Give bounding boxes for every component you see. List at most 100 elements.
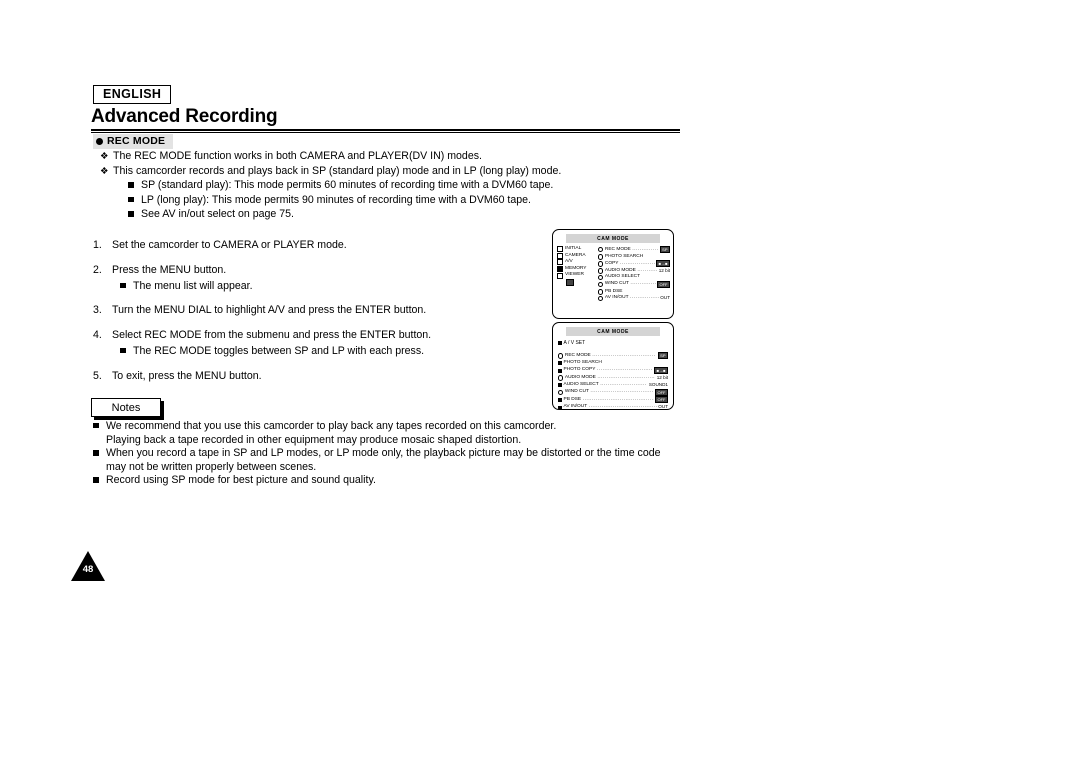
lcd-menu-label: AV IN/OUT (604, 295, 629, 301)
lcd2-menu: REC MODE ·······························… (558, 352, 668, 410)
lcd-menu-row[interactable]: AUDIO MODE ·····························… (558, 375, 668, 382)
note-text: We recommend that you use this camcorder… (106, 420, 557, 432)
lcd-menu-label: AUDIO SELECT (563, 381, 599, 387)
lcd-menu-value: OFF (655, 396, 668, 404)
lcd1-left-menu: INITIAL CAMERA A/V MEMORY VIEWER (557, 246, 597, 290)
notes-tab: Notes (91, 398, 161, 417)
step-body: Turn the MENU DIAL to highlight A/V and … (112, 304, 543, 318)
menu-box-icon (557, 246, 563, 253)
lcd-value-chip: ■→■ (656, 260, 670, 268)
lcd-menu-value: ■→■ (654, 366, 668, 375)
lcd-menu-row[interactable]: WIND CUT ·······························… (558, 388, 668, 397)
step-text: Select REC MODE from the submenu and pre… (112, 329, 432, 342)
lcd-category-label: VIEWER (565, 272, 584, 278)
step-sub-item: The REC MODE toggles between SP and LP w… (120, 345, 543, 359)
lcd1-title: CAM MODE (566, 234, 660, 243)
lcd-menu-label: PHOTO SEARCH (563, 359, 602, 365)
step-text: Turn the MENU DIAL to highlight A/V and … (112, 304, 427, 317)
lcd-value-chip: SP (659, 246, 670, 253)
step-body: Set the camcorder to CAMERA or PLAYER mo… (112, 239, 543, 253)
step-sub-text: The REC MODE toggles between SP and LP w… (133, 344, 425, 357)
lcd-menu-value: 12 bit (658, 267, 670, 273)
list-item: SP (standard play): This mode permits 60… (128, 179, 570, 193)
menu-square-icon (558, 383, 562, 388)
lcd-menu-value: OUT (658, 404, 668, 410)
lcd-menu-row[interactable]: REC MODE ·······························… (598, 246, 670, 254)
lcd-category-row[interactable]: INITIAL (557, 246, 597, 253)
list-item-text: This camcorder records and plays back in… (113, 164, 562, 177)
menu-box-icon (557, 272, 563, 279)
step-item: 1. Set the camcorder to CAMERA or PLAYER … (93, 239, 543, 253)
square-bullet-icon (120, 345, 133, 359)
lcd-category-label: A/V (565, 259, 573, 265)
step-text: Press the MENU button. (112, 263, 227, 276)
diamond-bullet-icon: ❖ (100, 165, 109, 177)
step-number: 1. (93, 239, 102, 251)
lcd-category-row[interactable]: VIEWER (557, 272, 597, 279)
note-text: Record using SP mode for best picture an… (106, 474, 376, 487)
note-continuation-text: Playing back a tape recorded in other eq… (106, 433, 522, 446)
lcd-menu-row[interactable]: AV IN/OUT ······························… (558, 404, 668, 410)
menu-dot-icon (598, 295, 604, 302)
notes-tab-label: Notes (111, 401, 141, 414)
list-item: ❖ This camcorder records and plays back i… (100, 165, 570, 179)
lcd-cursor-row (557, 278, 597, 290)
step-text: Set the camcorder to CAMERA or PLAYER mo… (112, 239, 347, 251)
list-item: See AV in/out select on page 75. (128, 208, 570, 222)
step-list: 1. Set the camcorder to CAMERA or PLAYER … (93, 239, 543, 395)
list-item: ❖ The REC MODE function works in both CAM… (100, 150, 570, 164)
leader-dots: ········································ (630, 281, 655, 287)
square-bullet-icon (128, 179, 141, 193)
lcd-menu-row[interactable]: WIND CUT ·······························… (598, 280, 670, 289)
section-heading-label: REC MODE (107, 135, 166, 147)
list-item-text: The REC MODE function works in both CAME… (113, 150, 482, 162)
lcd-menu-row[interactable]: PHOTO COPY ·····························… (558, 366, 668, 375)
step-number: 2. (93, 263, 102, 276)
lcd-menu-row[interactable]: COPY ···································… (598, 260, 670, 268)
page-title: Advanced Recording (91, 106, 278, 127)
lcd-menu-label: REC MODE (604, 246, 631, 252)
lcd-menu-row[interactable]: REC MODE ·······························… (558, 352, 668, 360)
square-bullet-icon (93, 474, 106, 488)
lcd-menu-row[interactable]: AV IN/OUT ······························… (598, 295, 670, 302)
lcd-menu-label: AUDIO SELECT (604, 274, 641, 280)
menu-dot-icon (558, 389, 564, 396)
menu-dot-icon (558, 375, 564, 381)
menu-square-icon (558, 361, 562, 366)
step-sub-item: The menu list will appear. (120, 280, 543, 294)
lcd-menu-row[interactable]: PHOTO SEARCH (598, 254, 670, 261)
menu-dot-icon (598, 261, 604, 267)
lcd-menu-row[interactable]: PHOTO SEARCH (558, 360, 668, 367)
square-bullet-icon (128, 208, 141, 222)
lcd-menu-value: ■→■ (656, 260, 670, 268)
lcd-category-row[interactable]: A/V (557, 259, 597, 266)
intro-bullet-list: ❖ The REC MODE function works in both CAM… (100, 150, 570, 223)
language-badge: ENGLISH (93, 85, 172, 104)
lcd-cursor-icon (566, 278, 574, 286)
step-sub-text: The menu list will appear. (133, 279, 253, 292)
menu-dot-icon (598, 282, 604, 288)
menu-dot-icon (598, 254, 604, 260)
note-item: We recommend that you use this camcorder… (93, 420, 673, 434)
leader-dots: ········································ (590, 389, 653, 395)
lcd-menu-label: AUDIO MODE (564, 374, 596, 380)
title-rule (91, 129, 680, 131)
list-item-text: See AV in/out select on page 75. (141, 208, 294, 221)
lcd-menu-label: COPY (604, 260, 619, 266)
step-body: Press the MENU button. The menu list will… (112, 264, 543, 294)
lcd-category-label: INITIAL (565, 246, 582, 251)
menu-box-selected-icon (557, 266, 563, 273)
leader-dots: ········································ (592, 352, 656, 358)
step-item: 4. Select REC MODE from the submenu and p… (93, 329, 543, 359)
lcd-menu-row[interactable]: AUDIO SELECT (598, 274, 670, 281)
lcd2-submenu-label: A / V SET (558, 340, 585, 346)
lcd-menu-row[interactable]: AUDIO SELECT ···························… (558, 382, 668, 389)
square-bullet-icon (93, 447, 106, 461)
lcd-value-chip: SP (657, 352, 668, 359)
step-text: To exit, press the MENU button. (112, 369, 262, 382)
list-item-text: LP (long play): This mode permits 90 min… (141, 193, 531, 206)
disc-bullet-icon (96, 137, 103, 145)
leader-dots: ········································ (582, 396, 654, 402)
lcd-category-row[interactable]: CAMERA (557, 253, 597, 260)
menu-dot-icon (598, 289, 604, 295)
